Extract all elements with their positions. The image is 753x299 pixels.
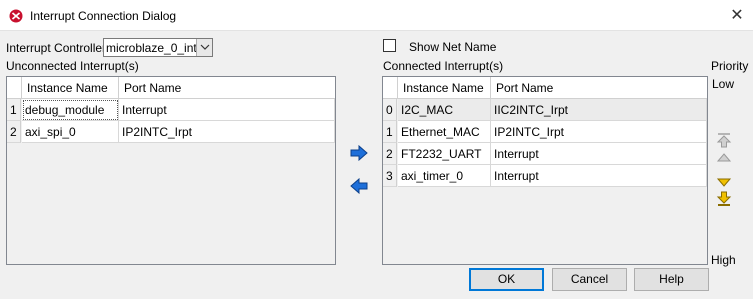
move-up-icon[interactable] (716, 150, 732, 166)
close-icon: ✕ (730, 5, 744, 24)
move-down-icon[interactable] (716, 175, 732, 191)
xilinx-logo-icon (9, 9, 23, 23)
row-number: 2 (7, 121, 21, 143)
cancel-button[interactable]: Cancel (552, 268, 627, 291)
interrupt-controller-value: microblaze_0_intc (106, 41, 203, 55)
row-header-corner (383, 77, 398, 99)
table-cell-port[interactable]: IP2INTC_Irpt (491, 121, 707, 143)
connected-title: Connected Interrupt(s) (383, 59, 504, 73)
chevron-down-icon (200, 44, 210, 50)
table-cell-port[interactable]: Interrupt (119, 99, 335, 121)
row-number: 0 (383, 99, 397, 121)
table-cell-instance[interactable]: Ethernet_MAC (398, 121, 491, 143)
connected-table[interactable]: Instance Name Port Name 0 I2C_MAC IIC2IN… (382, 76, 708, 265)
column-header-instance[interactable]: Instance Name (22, 77, 119, 99)
interrupt-controller-select[interactable]: microblaze_0_intc (103, 38, 213, 57)
table-cell-instance[interactable]: axi_timer_0 (398, 165, 491, 187)
unconnected-table[interactable]: Instance Name Port Name 1 debug_module I… (6, 76, 336, 265)
row-number: 1 (7, 99, 21, 121)
table-cell-instance[interactable]: FT2232_UART (398, 143, 491, 165)
help-button[interactable]: Help (634, 268, 709, 291)
row-number: 3 (383, 165, 397, 187)
row-number: 2 (383, 143, 397, 165)
table-cell-port[interactable]: IIC2INTC_Irpt (491, 99, 707, 121)
priority-high-label: High (711, 253, 736, 267)
show-net-name-label: Show Net Name (409, 40, 497, 54)
combo-dropdown-button[interactable] (196, 39, 212, 56)
move-left-arrow-icon[interactable] (349, 178, 369, 194)
window-title: Interrupt Connection Dialog (30, 9, 177, 23)
interrupt-controller-label: Interrupt Controller (6, 41, 107, 55)
row-header-corner (7, 77, 22, 99)
move-to-bottom-icon[interactable] (716, 191, 732, 207)
title-bar: Interrupt Connection Dialog ✕ (0, 0, 753, 31)
unconnected-title: Unconnected Interrupt(s) (6, 59, 139, 73)
column-header-port[interactable]: Port Name (491, 77, 707, 99)
move-right-arrow-icon[interactable] (349, 145, 369, 161)
table-cell-port[interactable]: Interrupt (491, 143, 707, 165)
close-button[interactable]: ✕ (726, 5, 748, 25)
table-cell-instance[interactable]: debug_module (22, 99, 119, 121)
ok-button[interactable]: OK (469, 268, 544, 291)
column-header-instance[interactable]: Instance Name (398, 77, 491, 99)
table-cell-instance[interactable]: I2C_MAC (398, 99, 491, 121)
row-number: 1 (383, 121, 397, 143)
table-cell-port[interactable]: IP2INTC_Irpt (119, 121, 335, 143)
table-cell-port[interactable]: Interrupt (491, 165, 707, 187)
show-net-name-checkbox[interactable] (383, 39, 396, 52)
table-cell-instance[interactable]: axi_spi_0 (22, 121, 119, 143)
priority-label: Priority (711, 59, 749, 73)
column-header-port[interactable]: Port Name (119, 77, 335, 99)
move-to-top-icon[interactable] (716, 132, 732, 148)
priority-low-label: Low (712, 77, 735, 91)
